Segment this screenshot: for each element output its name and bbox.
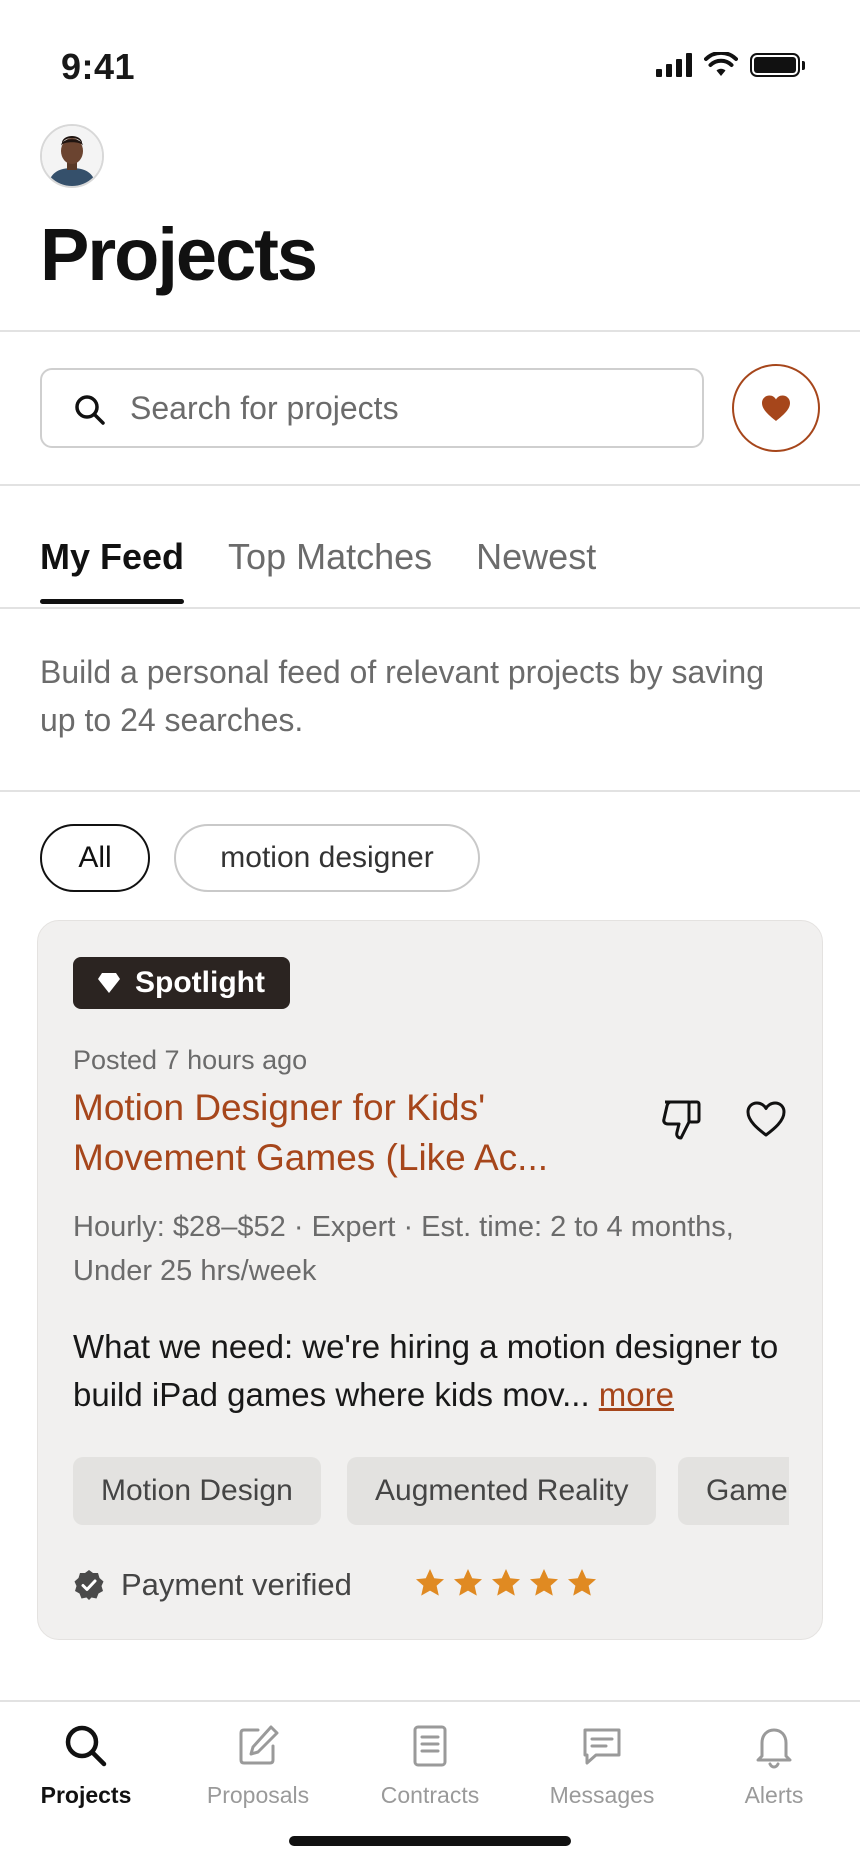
thumbs-down-icon [662, 1100, 701, 1140]
chat-icon [583, 1728, 621, 1765]
nav-projects[interactable]: Projects [0, 1722, 172, 1809]
saved-projects-button[interactable] [732, 364, 820, 452]
payment-verified: Payment verified [73, 1567, 352, 1603]
profile-photo [42, 126, 102, 186]
skill-tag[interactable]: Game [678, 1457, 789, 1525]
avatar[interactable] [40, 124, 104, 188]
note-divider [0, 790, 860, 792]
verified-badge-icon [74, 1570, 104, 1600]
feed-tabs: My Feed Top Matches Newest [40, 536, 596, 604]
edit-icon [239, 1725, 279, 1765]
nav-label: Messages [549, 1782, 655, 1808]
tab-top-matches[interactable]: Top Matches [228, 536, 432, 604]
skill-tags: Motion Design Augmented Reality Game [73, 1457, 789, 1525]
diamond-icon [98, 973, 120, 993]
battery-icon [750, 53, 805, 77]
spotlight-label: Spotlight [135, 966, 265, 999]
feed-note: Build a personal feed of relevant projec… [40, 654, 764, 738]
search-icon [65, 1725, 107, 1767]
save-job-button[interactable] [738, 1091, 794, 1147]
search-input[interactable] [130, 370, 690, 446]
heart-outline-icon [746, 1101, 786, 1137]
search-icon [75, 395, 105, 425]
status-icons [656, 52, 805, 78]
document-icon [413, 1725, 447, 1767]
status-time: 9:41 [61, 46, 136, 87]
heart-filled-icon [762, 395, 790, 421]
dislike-button[interactable] [654, 1091, 710, 1147]
page-title: Projects [40, 213, 318, 296]
filter-chip-motion-designer[interactable]: motion designer [174, 824, 480, 892]
star-icon [492, 1569, 520, 1596]
star-icon [568, 1569, 596, 1596]
spotlight-badge: Spotlight [73, 957, 290, 1009]
skill-tag[interactable]: Augmented Reality [347, 1457, 657, 1525]
star-icon [454, 1569, 482, 1596]
header-divider [0, 330, 860, 332]
search-bar[interactable] [40, 368, 704, 448]
nav-label: Projects [40, 1782, 132, 1808]
tab-my-feed[interactable]: My Feed [40, 536, 185, 604]
nav-label: Alerts [744, 1782, 804, 1808]
bell-icon [756, 1728, 792, 1769]
cellular-signal-icon [656, 53, 692, 77]
nav-label: Contracts [380, 1782, 480, 1808]
star-icon [530, 1569, 558, 1596]
status-bar: 9:41 [0, 0, 860, 110]
payment-verified-label: Payment verified [121, 1567, 352, 1602]
nav-proposals[interactable]: Proposals [172, 1722, 344, 1809]
job-title[interactable]: Motion Designer for Kids' Movement Games… [73, 1083, 633, 1183]
job-description: What we need: we're hiring a motion desi… [73, 1323, 803, 1419]
home-indicator [289, 1836, 571, 1846]
posted-time: Posted 7 hours ago [73, 1045, 308, 1075]
filter-chip-all[interactable]: All [40, 824, 150, 892]
job-card[interactable]: Spotlight Posted 7 hours ago Motion Desi… [37, 920, 823, 1640]
projects-screen: 9:41 Projects Search for projects My Fee… [0, 0, 860, 1864]
tabs-divider [0, 607, 860, 609]
wifi-icon [704, 52, 738, 76]
skill-tag[interactable]: Motion Design [73, 1457, 321, 1525]
client-rating [414, 1567, 598, 1599]
search-divider [0, 484, 860, 486]
tab-newest[interactable]: Newest [476, 536, 596, 604]
nav-messages[interactable]: Messages [516, 1722, 688, 1809]
nav-contracts[interactable]: Contracts [344, 1722, 516, 1809]
star-icon [416, 1569, 444, 1596]
nav-label: Proposals [206, 1782, 310, 1808]
nav-alerts[interactable]: Alerts [688, 1722, 860, 1809]
more-link[interactable]: more [599, 1376, 674, 1413]
job-meta: Hourly: $28–$52 · Expert · Est. time: 2 … [73, 1211, 734, 1287]
